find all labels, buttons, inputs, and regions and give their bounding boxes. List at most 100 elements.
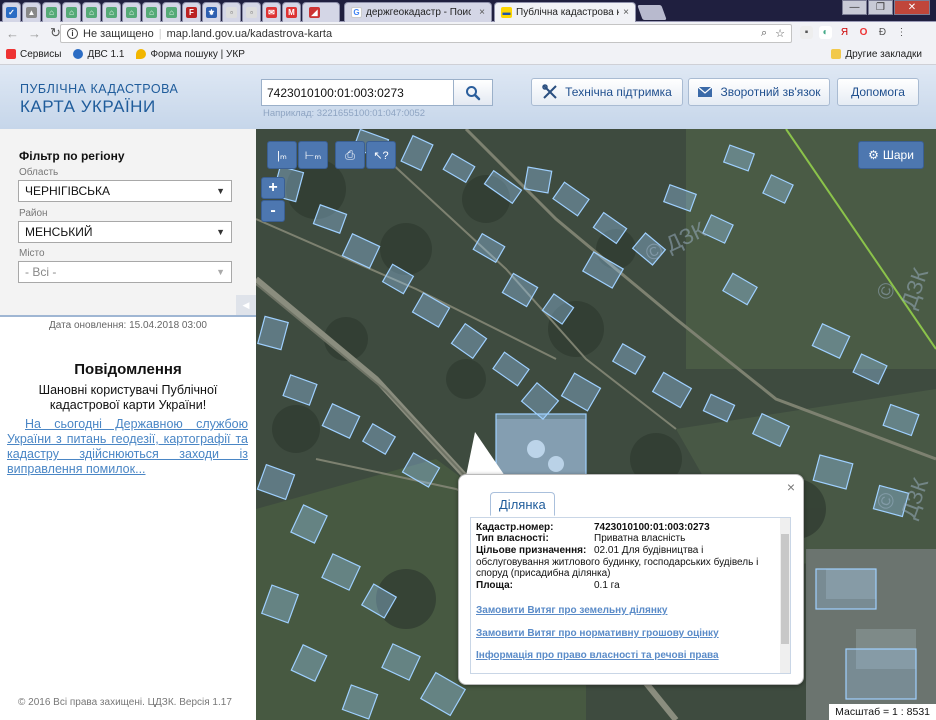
ownership-value: Приватна власність xyxy=(594,533,686,544)
tab-favicon-icon: ⌂ xyxy=(46,7,57,18)
help-button[interactable]: Допомога xyxy=(837,78,919,106)
cadastral-search-input[interactable] xyxy=(261,79,454,106)
back-icon[interactable]: ← xyxy=(6,26,19,41)
browser-tab[interactable]: ⌂ xyxy=(122,2,141,22)
measure-area-button[interactable]: ⊢ₘ xyxy=(298,141,328,169)
other-bookmarks-label: Другие закладки xyxy=(845,48,922,60)
opera-icon[interactable]: O xyxy=(857,26,870,39)
other-bookmarks[interactable]: Другие закладки xyxy=(831,49,922,60)
ownership-info-link[interactable]: Інформація про право власності та речові… xyxy=(476,650,719,661)
measure-line-button[interactable]: |ₘ xyxy=(267,141,297,169)
oblast-label: Область xyxy=(19,167,59,178)
tab-favicon-icon: ⌂ xyxy=(146,7,157,18)
bookmark-services[interactable]: Сервисы xyxy=(6,49,61,60)
bookmark-dvs[interactable]: ДВС 1.1 xyxy=(73,49,124,60)
ruler-icon: |ₘ xyxy=(277,149,287,162)
identify-button[interactable]: ↖? xyxy=(366,141,396,169)
browser-tab[interactable]: ▫ xyxy=(222,2,241,22)
close-window-icon[interactable]: ✕ xyxy=(894,0,930,15)
browser-tab[interactable]: ⚜ xyxy=(202,2,221,22)
tab-favicon-icon: ✓ xyxy=(6,7,17,18)
print-icon: ⎙ xyxy=(345,147,355,162)
pointer-help-icon: ↖? xyxy=(373,149,389,162)
tab-favicon-icon: ◢ xyxy=(309,7,320,18)
browser-tab[interactable]: ✉ xyxy=(262,2,281,22)
tab-favicon-icon: ⌂ xyxy=(86,7,97,18)
feedback-button[interactable]: Зворотний зв'язок xyxy=(688,78,830,106)
cadastral-row: Кадастр.номер: 7423010100:01:003:0273 xyxy=(476,522,779,533)
support-button[interactable]: Технічна підтримка xyxy=(531,78,683,106)
bookmark-label: Сервисы xyxy=(20,48,62,60)
close-icon[interactable]: × xyxy=(787,479,795,495)
tab-favicon-icon: M xyxy=(286,7,297,18)
news-link[interactable]: На сьогодні Державною службою України з … xyxy=(7,417,248,477)
tab-close-icon[interactable]: × xyxy=(623,7,629,18)
forward-icon[interactable]: → xyxy=(28,26,41,41)
maximize-icon[interactable]: ❐ xyxy=(868,0,893,15)
browser-tab[interactable]: F xyxy=(182,2,201,22)
tab-title: держгеокадастр - Поис xyxy=(366,7,471,18)
popup-scrollbar[interactable] xyxy=(780,518,790,673)
browser-tab[interactable]: ⌂ xyxy=(42,2,61,22)
site-logo[interactable]: ПУБЛІЧНА КАДАСТРОВА КАРТА УКРАЇНИ xyxy=(20,83,178,115)
extension-icon[interactable]: Ð xyxy=(876,26,889,39)
oblast-select[interactable]: ЧЕРНІГІВСЬКА ▼ xyxy=(18,180,232,202)
feedback-label: Зворотний зв'язок xyxy=(720,85,821,99)
zoom-in-button[interactable]: + xyxy=(261,177,285,199)
extension-icon[interactable]: ◐ xyxy=(819,26,832,39)
left-panel: Фільтр по регіону Область ЧЕРНІГІВСЬКА ▼… xyxy=(0,129,256,720)
ownership-key: Тип власності: xyxy=(476,533,549,544)
bookmark-star-icon[interactable]: ☆ xyxy=(775,27,785,40)
address-bar[interactable]: i Не защищено | map.land.gov.ua/kadastro… xyxy=(60,24,792,43)
bookmark-search-form[interactable]: Форма пошуку | УКР xyxy=(136,49,245,60)
region-filter: Фільтр по регіону Область ЧЕРНІГІВСЬКА ▼… xyxy=(0,129,256,317)
popup-callout xyxy=(466,432,505,476)
zoom-icon[interactable]: ⌕ xyxy=(761,27,767,40)
update-date: Дата оновлення: 15.04.2018 03:00 xyxy=(49,320,207,331)
tab-favicon-icon: ⌂ xyxy=(126,7,137,18)
browser-tab[interactable]: ▫ xyxy=(242,2,261,22)
url-text[interactable]: map.land.gov.ua/kadastrova-karta xyxy=(167,28,333,40)
order-valuation-extract-link[interactable]: Замовити Витяг про нормативну грошову оц… xyxy=(476,628,719,639)
scrollbar-thumb[interactable] xyxy=(781,534,789,644)
search-button[interactable] xyxy=(453,79,493,106)
zoom-out-button[interactable]: - xyxy=(261,200,285,222)
raion-select[interactable]: МЕНСЬКИЙ ▼ xyxy=(18,221,232,243)
browser-tab[interactable]: ⌂ xyxy=(162,2,181,22)
separator: | xyxy=(158,27,162,40)
browser-tab[interactable]: M xyxy=(282,2,301,22)
menu-dots-icon[interactable]: ⋮ xyxy=(895,26,908,39)
ukraine-flag-icon: ▬ xyxy=(501,7,512,18)
print-button[interactable]: ⎙ xyxy=(335,141,365,169)
browser-tab-active[interactable]: ▬ Публічна кадастрова ка × xyxy=(494,2,636,22)
minimize-icon[interactable]: — xyxy=(842,0,867,15)
collapse-panel-button[interactable]: ◀ xyxy=(236,295,256,315)
news-title: Повідомлення xyxy=(74,361,182,378)
browser-tab[interactable]: ◢ xyxy=(302,2,340,22)
browser-tab-search[interactable]: G держгеокадастр - Поис × xyxy=(344,2,492,22)
filter-title: Фільтр по регіону xyxy=(19,149,125,163)
tab-close-icon[interactable]: × xyxy=(479,7,485,18)
extension-icon[interactable]: ▪ xyxy=(800,26,813,39)
layers-button[interactable]: ⚙ Шари xyxy=(858,141,924,169)
misto-select[interactable]: - Всі - ▼ xyxy=(18,261,232,283)
browser-tab[interactable]: ▲ xyxy=(22,2,41,22)
copyright: © 2016 Всі права захищені. ЦДЗК. Версія … xyxy=(18,697,232,708)
browser-tab[interactable]: ✓ xyxy=(2,2,21,22)
bookmarks-bar: Сервисы ДВС 1.1 Форма пошуку | УКР Други… xyxy=(0,44,936,65)
area-icon: ⊢ₘ xyxy=(304,149,322,162)
news-greeting: Шановні користувачі Публічної кадастрово… xyxy=(38,383,218,412)
info-icon[interactable]: i xyxy=(67,28,78,39)
cadastral-value: 7423010100:01:003:0273 xyxy=(594,522,710,533)
order-parcel-extract-link[interactable]: Замовити Витяг про земельну ділянку xyxy=(476,605,667,616)
browser-tab[interactable]: ⌂ xyxy=(142,2,161,22)
yandex-icon[interactable]: Я xyxy=(838,26,851,39)
browser-tabstrip: ✓ ▲ ⌂ ⌂ ⌂ ⌂ ⌂ ⌂ ⌂ F ⚜ ▫ ▫ ✉ M ◢ G держге… xyxy=(0,0,936,22)
browser-tab[interactable]: ⌂ xyxy=(62,2,81,22)
tab-parcel[interactable]: Ділянка xyxy=(490,492,555,516)
browser-tab[interactable]: ⌂ xyxy=(102,2,121,22)
new-tab-button[interactable] xyxy=(637,5,667,20)
chevron-down-icon: ▼ xyxy=(216,186,225,196)
tab-favicon-icon: ⌂ xyxy=(166,7,177,18)
browser-tab[interactable]: ⌂ xyxy=(82,2,101,22)
